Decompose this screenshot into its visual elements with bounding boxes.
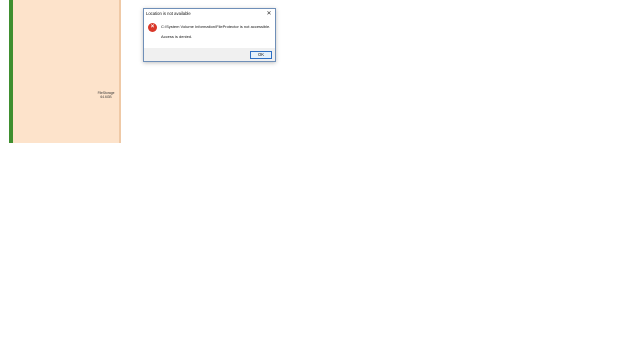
error-message: C:\System Volume Information\FileProtect… (161, 24, 271, 29)
error-icon: × (148, 23, 157, 32)
background-panel (13, 0, 119, 143)
dialog-footer: OK (144, 48, 275, 61)
close-button[interactable]: ✕ (265, 10, 273, 18)
dialog-title: Location is not available (146, 11, 191, 16)
error-detail: Access is denied. (161, 34, 193, 39)
drive-size: 64.6GB (100, 95, 112, 99)
panel-edge (119, 0, 121, 143)
ok-button[interactable]: OK (250, 51, 272, 59)
drive-tile-label[interactable]: FileStorage 64.6GB (95, 91, 117, 99)
error-dialog: Location is not available ✕ × C:\System … (143, 8, 276, 62)
